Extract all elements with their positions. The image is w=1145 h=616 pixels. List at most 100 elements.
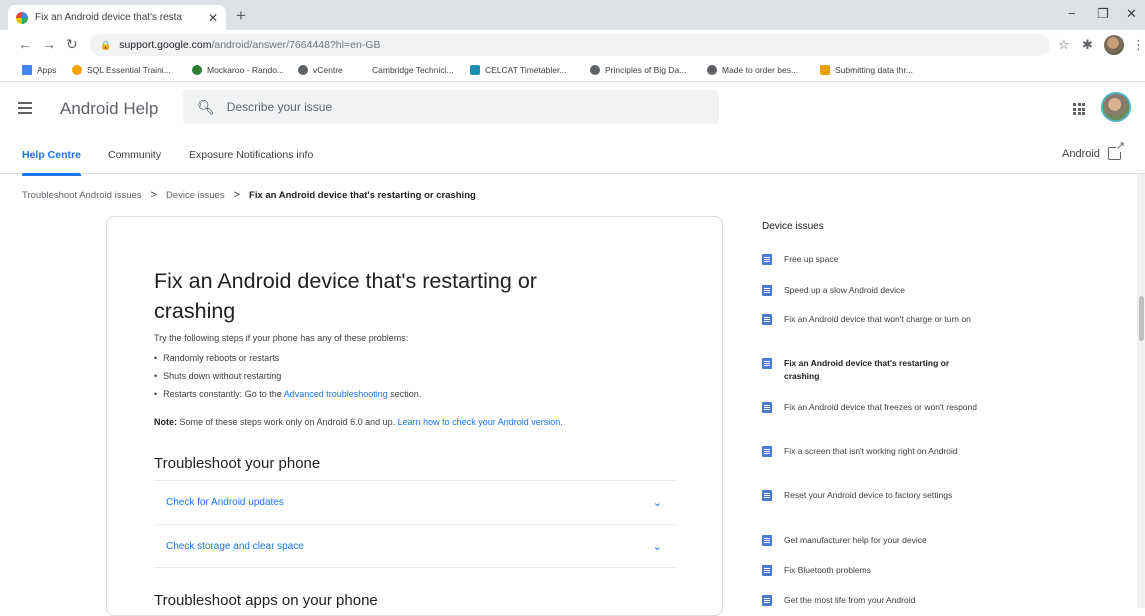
accordion-storage[interactable]: Check storage and clear space ⌄ <box>154 524 676 568</box>
sidebar-item-label: Fix an Android device that's restarting … <box>784 358 950 381</box>
maximize-button[interactable]: ❐ <box>1097 6 1109 22</box>
sidebar-item-label: Fix Bluetooth problems <box>784 565 871 575</box>
sidebar-item[interactable]: Get the most life from your Android <box>762 594 982 607</box>
bookmark-label: Mockaroo - Rando... <box>207 65 285 75</box>
reload-button[interactable]: ↻ <box>66 36 78 53</box>
bookmark-item[interactable]: vCentre <box>298 65 343 75</box>
bookmark-item[interactable]: Principles of Big Da... <box>590 65 686 75</box>
list-item-text: Shuts down without restarting <box>163 371 282 381</box>
bookmark-label: Submitting data thr... <box>835 65 913 75</box>
android-external-link[interactable]: Android <box>1062 141 1125 160</box>
close-window-button[interactable]: ✕ <box>1126 6 1137 22</box>
bookmark-item[interactable]: Submitting data thr... <box>820 65 913 75</box>
breadcrumb-item[interactable]: Troubleshoot Android issues <box>22 190 142 201</box>
sql-icon <box>72 65 82 75</box>
sidebar-item[interactable]: Fix Bluetooth problems <box>762 564 982 577</box>
chrome-profile-avatar[interactable] <box>1104 35 1124 55</box>
advanced-troubleshooting-link[interactable]: Advanced troubleshooting <box>284 389 388 399</box>
sidebar-item-label: Fix an Android device that won't charge … <box>784 314 971 324</box>
sidebar-item[interactable]: Get manufacturer help for your device <box>762 534 982 547</box>
new-tab-button[interactable]: + <box>236 6 246 26</box>
folder-icon <box>820 65 830 75</box>
sidebar-item[interactable]: Fix an Android device that won't charge … <box>762 313 982 326</box>
product-title[interactable]: Android Help <box>60 99 158 119</box>
google-apps-icon[interactable] <box>1073 103 1085 115</box>
help-nav-tabs: Help Centre Community Exposure Notificat… <box>0 134 1145 176</box>
menu-icon[interactable] <box>18 102 32 117</box>
chevron-right-icon: > <box>150 189 157 201</box>
tab-help-centre[interactable]: Help Centre <box>22 149 81 176</box>
bookmark-item[interactable]: Cambridge Technici... <box>372 65 454 75</box>
bookmark-label: Principles of Big Da... <box>605 65 687 75</box>
article-icon <box>762 446 772 457</box>
article-icon <box>762 595 772 606</box>
browser-tabstrip: Fix an Android device that's resta ✕ + −… <box>0 0 1145 30</box>
tab-community[interactable]: Community <box>108 149 161 161</box>
sidebar-item[interactable]: Free up space <box>762 253 982 266</box>
accordion-android-updates[interactable]: Check for Android updates ⌄ <box>154 480 676 524</box>
sidebar-item[interactable]: Speed up a slow Android device <box>762 284 982 297</box>
extensions-icon[interactable]: ✱ <box>1082 37 1093 53</box>
bookmark-item[interactable]: Mockaroo - Rando... <box>192 65 284 75</box>
chrome-menu-icon[interactable]: ⋮ <box>1132 37 1145 53</box>
sidebar-item-label: Fix an Android device that freezes or wo… <box>784 402 977 412</box>
bookmark-label: Cambridge Technici... <box>372 65 454 75</box>
globe-icon <box>707 65 717 75</box>
check-android-version-link[interactable]: Learn how to check your Android version. <box>398 417 563 427</box>
sidebar-item[interactable]: Fix a screen that isn't working right on… <box>762 445 982 458</box>
help-search-input[interactable]: 🔍︎ Describe your issue <box>183 90 719 124</box>
chevron-right-icon: > <box>233 189 241 201</box>
account-avatar[interactable] <box>1101 92 1131 122</box>
url-path: /android/answer/7664448?hl=en-GB <box>211 39 381 51</box>
breadcrumb-current: Fix an Android device that's restarting … <box>249 189 476 201</box>
mockaroo-icon <box>192 65 202 75</box>
lock-icon: 🔒 <box>100 39 112 50</box>
sidebar-item-label: Get the most life from your Android <box>784 595 916 605</box>
tab-close-icon[interactable]: ✕ <box>208 11 218 25</box>
breadcrumb-item[interactable]: Device issues <box>166 190 225 201</box>
article-icon <box>762 254 772 265</box>
globe-icon <box>590 65 600 75</box>
bookmark-item[interactable]: SQL Essential Traini... <box>72 65 171 75</box>
sidebar-item[interactable]: Fix an Android device that freezes or wo… <box>762 401 982 414</box>
bookmark-label: Apps <box>37 65 57 75</box>
url-host: support.google.com <box>119 39 212 51</box>
minimize-button[interactable]: − <box>1068 6 1076 21</box>
sidebar-item-label: Fix a screen that isn't working right on… <box>784 446 958 456</box>
list-item-text: Restarts constantly: Go to the <box>163 389 284 399</box>
list-item: Randomly reboots or restarts <box>154 353 421 371</box>
android-link-label: Android <box>1062 147 1100 160</box>
back-button[interactable]: ← <box>18 36 32 52</box>
bookmark-star-icon[interactable]: ☆ <box>1058 37 1070 53</box>
article-icon <box>762 535 772 546</box>
section-heading: Troubleshoot your phone <box>154 455 321 472</box>
article-icon <box>762 490 772 501</box>
open-in-new-icon <box>1107 141 1125 160</box>
tab-exposure-notifications[interactable]: Exposure Notifications info <box>189 149 313 161</box>
search-placeholder: Describe your issue <box>226 100 333 114</box>
sidebar-item-current[interactable]: Fix an Android device that's restarting … <box>762 357 982 383</box>
apps-icon <box>22 65 32 75</box>
accordion-label: Check for Android updates <box>166 497 284 508</box>
note-label: Note: <box>154 417 177 427</box>
accordion-label: Check storage and clear space <box>166 540 304 552</box>
tab-title: Fix an Android device that's resta <box>35 12 182 23</box>
bookmark-label: CELCAT Timetabler... <box>485 65 567 75</box>
scrollbar-thumb[interactable] <box>1139 296 1144 341</box>
bookmark-apps[interactable]: Apps <box>22 65 56 75</box>
browser-tab[interactable]: Fix an Android device that's resta ✕ <box>8 5 226 30</box>
page-title: Fix an Android device that's restarting … <box>154 269 537 323</box>
list-item-text: Randomly reboots or restarts <box>163 353 280 363</box>
bookmark-item[interactable]: Made to order bes... <box>707 65 798 75</box>
list-item: Restarts constantly: Go to the Advanced … <box>154 389 421 407</box>
sidebar-item-label: Get manufacturer help for your device <box>784 535 927 545</box>
scrollbar-track[interactable] <box>1137 174 1145 608</box>
breadcrumb: Troubleshoot Android issues > Device iss… <box>22 189 476 201</box>
forward-button[interactable]: → <box>42 36 56 52</box>
address-bar[interactable]: 🔒 support.google.com/android/answer/7664… <box>90 34 1050 56</box>
sidebar-item-label: Speed up a slow Android device <box>784 285 905 295</box>
bookmark-item[interactable]: CELCAT Timetabler... <box>470 65 566 75</box>
article-icon <box>762 565 772 576</box>
sidebar-item[interactable]: Reset your Android device to factory set… <box>762 489 982 502</box>
article-icon <box>762 358 772 369</box>
